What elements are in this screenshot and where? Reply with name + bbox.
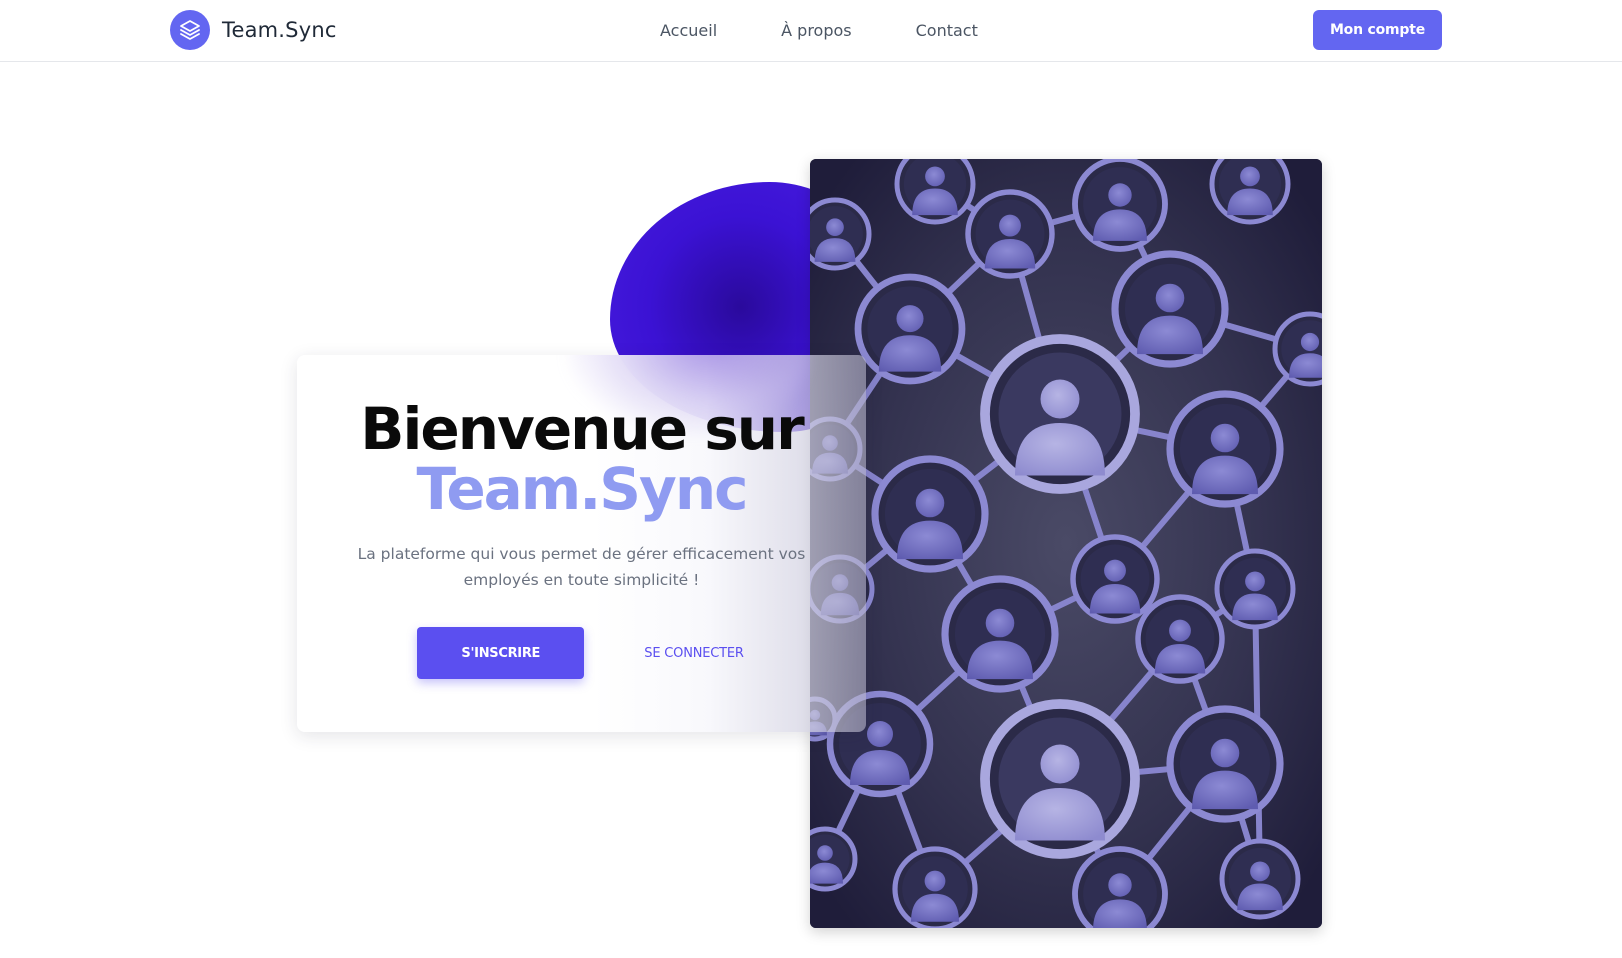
- account-button[interactable]: Mon compte: [1313, 10, 1442, 50]
- hero-subtitle: La plateforme qui vous permet de gérer e…: [357, 545, 806, 589]
- person-node-icon: [1072, 846, 1168, 928]
- person-node-icon: [854, 273, 966, 385]
- nav-link-accueil[interactable]: Accueil: [660, 21, 717, 40]
- nav-link-contact[interactable]: Contact: [916, 21, 978, 40]
- person-node-icon: [1072, 159, 1168, 252]
- login-button[interactable]: SE CONNECTER: [644, 646, 744, 661]
- person-node-icon: [941, 575, 1059, 693]
- person-node-icon: [1166, 705, 1284, 823]
- brand-name: Team.Sync: [222, 18, 337, 42]
- person-node-icon: [1209, 159, 1291, 225]
- person-node-icon: [1135, 594, 1225, 684]
- person-node-icon: [980, 334, 1140, 494]
- hero-title-brand: Team.Sync: [416, 455, 748, 523]
- person-node-icon: [892, 846, 978, 928]
- signup-button[interactable]: S'INSCRIRE: [417, 627, 585, 679]
- person-node-icon: [965, 189, 1055, 279]
- brand[interactable]: Team.Sync: [170, 10, 337, 50]
- person-node-icon: [894, 159, 976, 225]
- main-nav: Accueil À propos Contact: [660, 0, 978, 60]
- person-node-icon: [1272, 311, 1322, 387]
- nav-link-a-propos[interactable]: À propos: [781, 21, 851, 40]
- top-navbar: Team.Sync Accueil À propos Contact Mon c…: [0, 0, 1622, 62]
- person-node-icon: [810, 826, 858, 892]
- person-node-icon: [1166, 390, 1284, 508]
- network-people-illustration: [810, 159, 1322, 928]
- hero-title: Bienvenue sur: [360, 395, 804, 463]
- welcome-card: Bienvenue sur Team.Sync La plateforme qu…: [297, 355, 866, 732]
- hero-actions: S'INSCRIRE SE CONNECTER: [297, 627, 866, 679]
- person-node-icon: [1214, 548, 1296, 630]
- hero-network-image: [810, 159, 1322, 928]
- person-node-icon: [1219, 838, 1301, 920]
- person-node-icon: [871, 455, 989, 573]
- person-node-icon: [1070, 534, 1160, 624]
- layers-icon: [170, 10, 210, 50]
- person-node-icon: [810, 197, 872, 271]
- person-node-icon: [1111, 250, 1229, 368]
- person-node-icon: [980, 699, 1140, 859]
